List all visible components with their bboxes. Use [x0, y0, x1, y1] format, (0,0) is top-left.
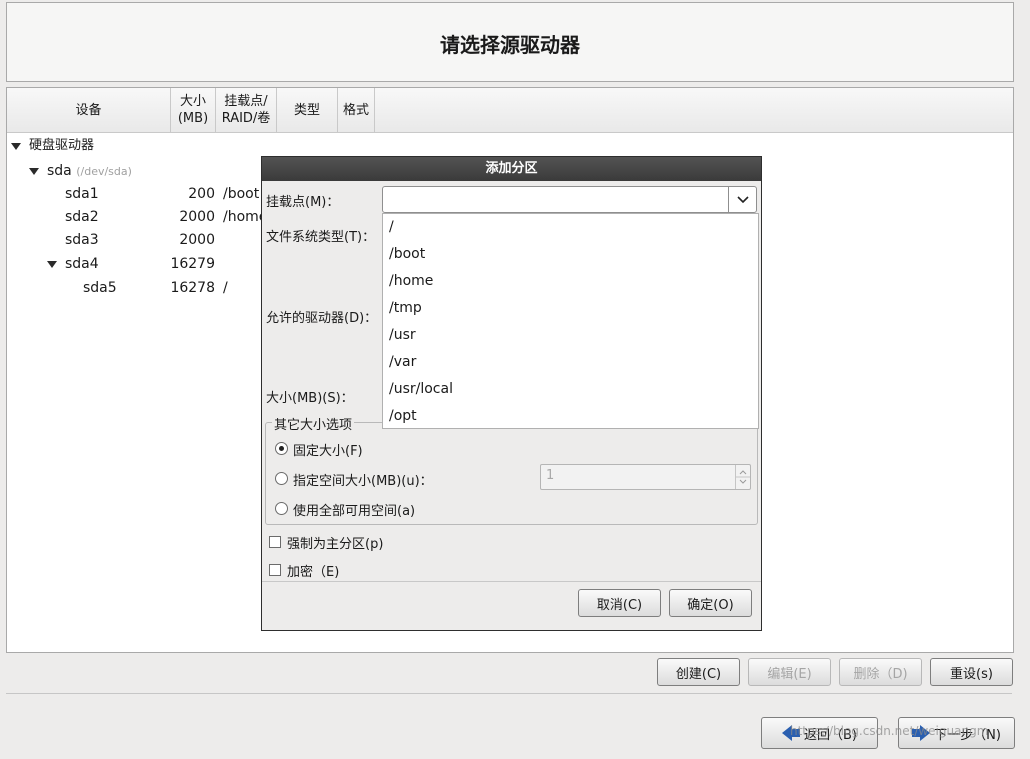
column-type[interactable]: 类型: [277, 88, 338, 132]
tree-disk-row[interactable]: sda (/dev/sda): [47, 160, 132, 182]
fill-to-size-label[interactable]: 指定空间大小(MB)(u)：: [293, 470, 433, 489]
chevron-down-icon[interactable]: [728, 187, 756, 212]
force-primary-checkbox[interactable]: [269, 536, 281, 548]
encrypt-label[interactable]: 加密（E): [287, 561, 339, 580]
allowed-drives-label: 允许的驱动器(D)：: [266, 311, 378, 326]
expander-icon[interactable]: [47, 261, 57, 268]
fixed-size-radio[interactable]: [275, 442, 288, 455]
fill-to-size-radio[interactable]: [275, 472, 288, 485]
mount-option[interactable]: /usr/local: [389, 378, 453, 400]
add-partition-dialog: 添加分区 挂载点(M)： 文件系统类型(T)： 允许的驱动器(D)： 大小(MB…: [261, 156, 762, 631]
fill-all-space-label[interactable]: 使用全部可用空间(a): [293, 500, 415, 519]
disk-name: sda: [47, 163, 72, 179]
fill-all-space-radio[interactable]: [275, 502, 288, 515]
partition-mount: /boot: [223, 186, 260, 202]
column-device[interactable]: 设备: [7, 88, 171, 132]
tree-root-label[interactable]: 硬盘驱动器: [29, 135, 94, 157]
mount-option[interactable]: /: [389, 216, 394, 238]
column-format[interactable]: 格式: [338, 88, 375, 132]
delete-button[interactable]: 删除（D): [839, 658, 922, 686]
expander-icon[interactable]: [29, 168, 39, 175]
fs-type-label: 文件系统类型(T)：: [266, 230, 376, 245]
fill-to-size-value: 1: [546, 468, 555, 483]
watermark: https://blog.csdn.net/weiguangm: [790, 724, 989, 738]
mount-point-combo[interactable]: [382, 186, 757, 213]
expander-icon[interactable]: [11, 143, 21, 150]
header-panel: 请选择源驱动器: [6, 2, 1014, 82]
partition-mount: /: [223, 280, 228, 296]
spin-buttons[interactable]: [735, 465, 750, 489]
partition-name[interactable]: sda2: [65, 206, 99, 228]
fixed-size-label[interactable]: 固定大小(F): [293, 440, 363, 459]
mount-option[interactable]: /boot: [389, 243, 425, 265]
mount-option[interactable]: /usr: [389, 324, 416, 346]
edit-button[interactable]: 编辑(E): [748, 658, 831, 686]
mount-option[interactable]: /opt: [389, 405, 417, 427]
bottom-divider: [6, 693, 1012, 694]
reset-button[interactable]: 重设(s): [930, 658, 1013, 686]
column-size[interactable]: 大小 (MB): [171, 88, 216, 132]
other-size-options-legend: 其它大小选项: [272, 414, 355, 433]
disk-path: (/dev/sda): [76, 165, 132, 178]
mount-option[interactable]: /tmp: [389, 297, 422, 319]
cancel-button[interactable]: 取消(C): [578, 589, 661, 617]
column-mount[interactable]: 挂载点/RAID/卷: [216, 88, 277, 132]
partition-size: 16279: [170, 256, 215, 272]
partition-size: 200: [188, 186, 215, 202]
force-primary-label[interactable]: 强制为主分区(p): [287, 533, 383, 552]
partition-name[interactable]: sda1: [65, 183, 99, 205]
encrypt-checkbox[interactable]: [269, 564, 281, 576]
column-header: 设备 大小 (MB) 挂载点/RAID/卷 类型 格式: [7, 88, 1013, 133]
size-label: 大小(MB)(S)：: [266, 391, 354, 406]
mount-option[interactable]: /var: [389, 351, 416, 373]
ok-button[interactable]: 确定(O): [669, 589, 752, 617]
dialog-title: 添加分区: [262, 157, 761, 181]
mount-point-label: 挂载点(M)：: [266, 195, 340, 210]
fill-to-size-spinbox[interactable]: 1: [540, 464, 751, 490]
mount-point-dropdown[interactable]: / /boot /home /tmp /usr /var /usr/local …: [382, 213, 759, 429]
partition-name[interactable]: sda4: [65, 253, 99, 275]
partition-size: 2000: [179, 209, 215, 225]
mount-option[interactable]: /home: [389, 270, 433, 292]
create-button[interactable]: 创建(C): [657, 658, 740, 686]
partition-name[interactable]: sda5: [83, 277, 117, 299]
dialog-divider: [262, 581, 761, 582]
partition-name[interactable]: sda3: [65, 229, 99, 251]
partition-size: 16278: [170, 280, 215, 296]
page-title: 请选择源驱动器: [440, 33, 580, 57]
partition-size: 2000: [179, 232, 215, 248]
